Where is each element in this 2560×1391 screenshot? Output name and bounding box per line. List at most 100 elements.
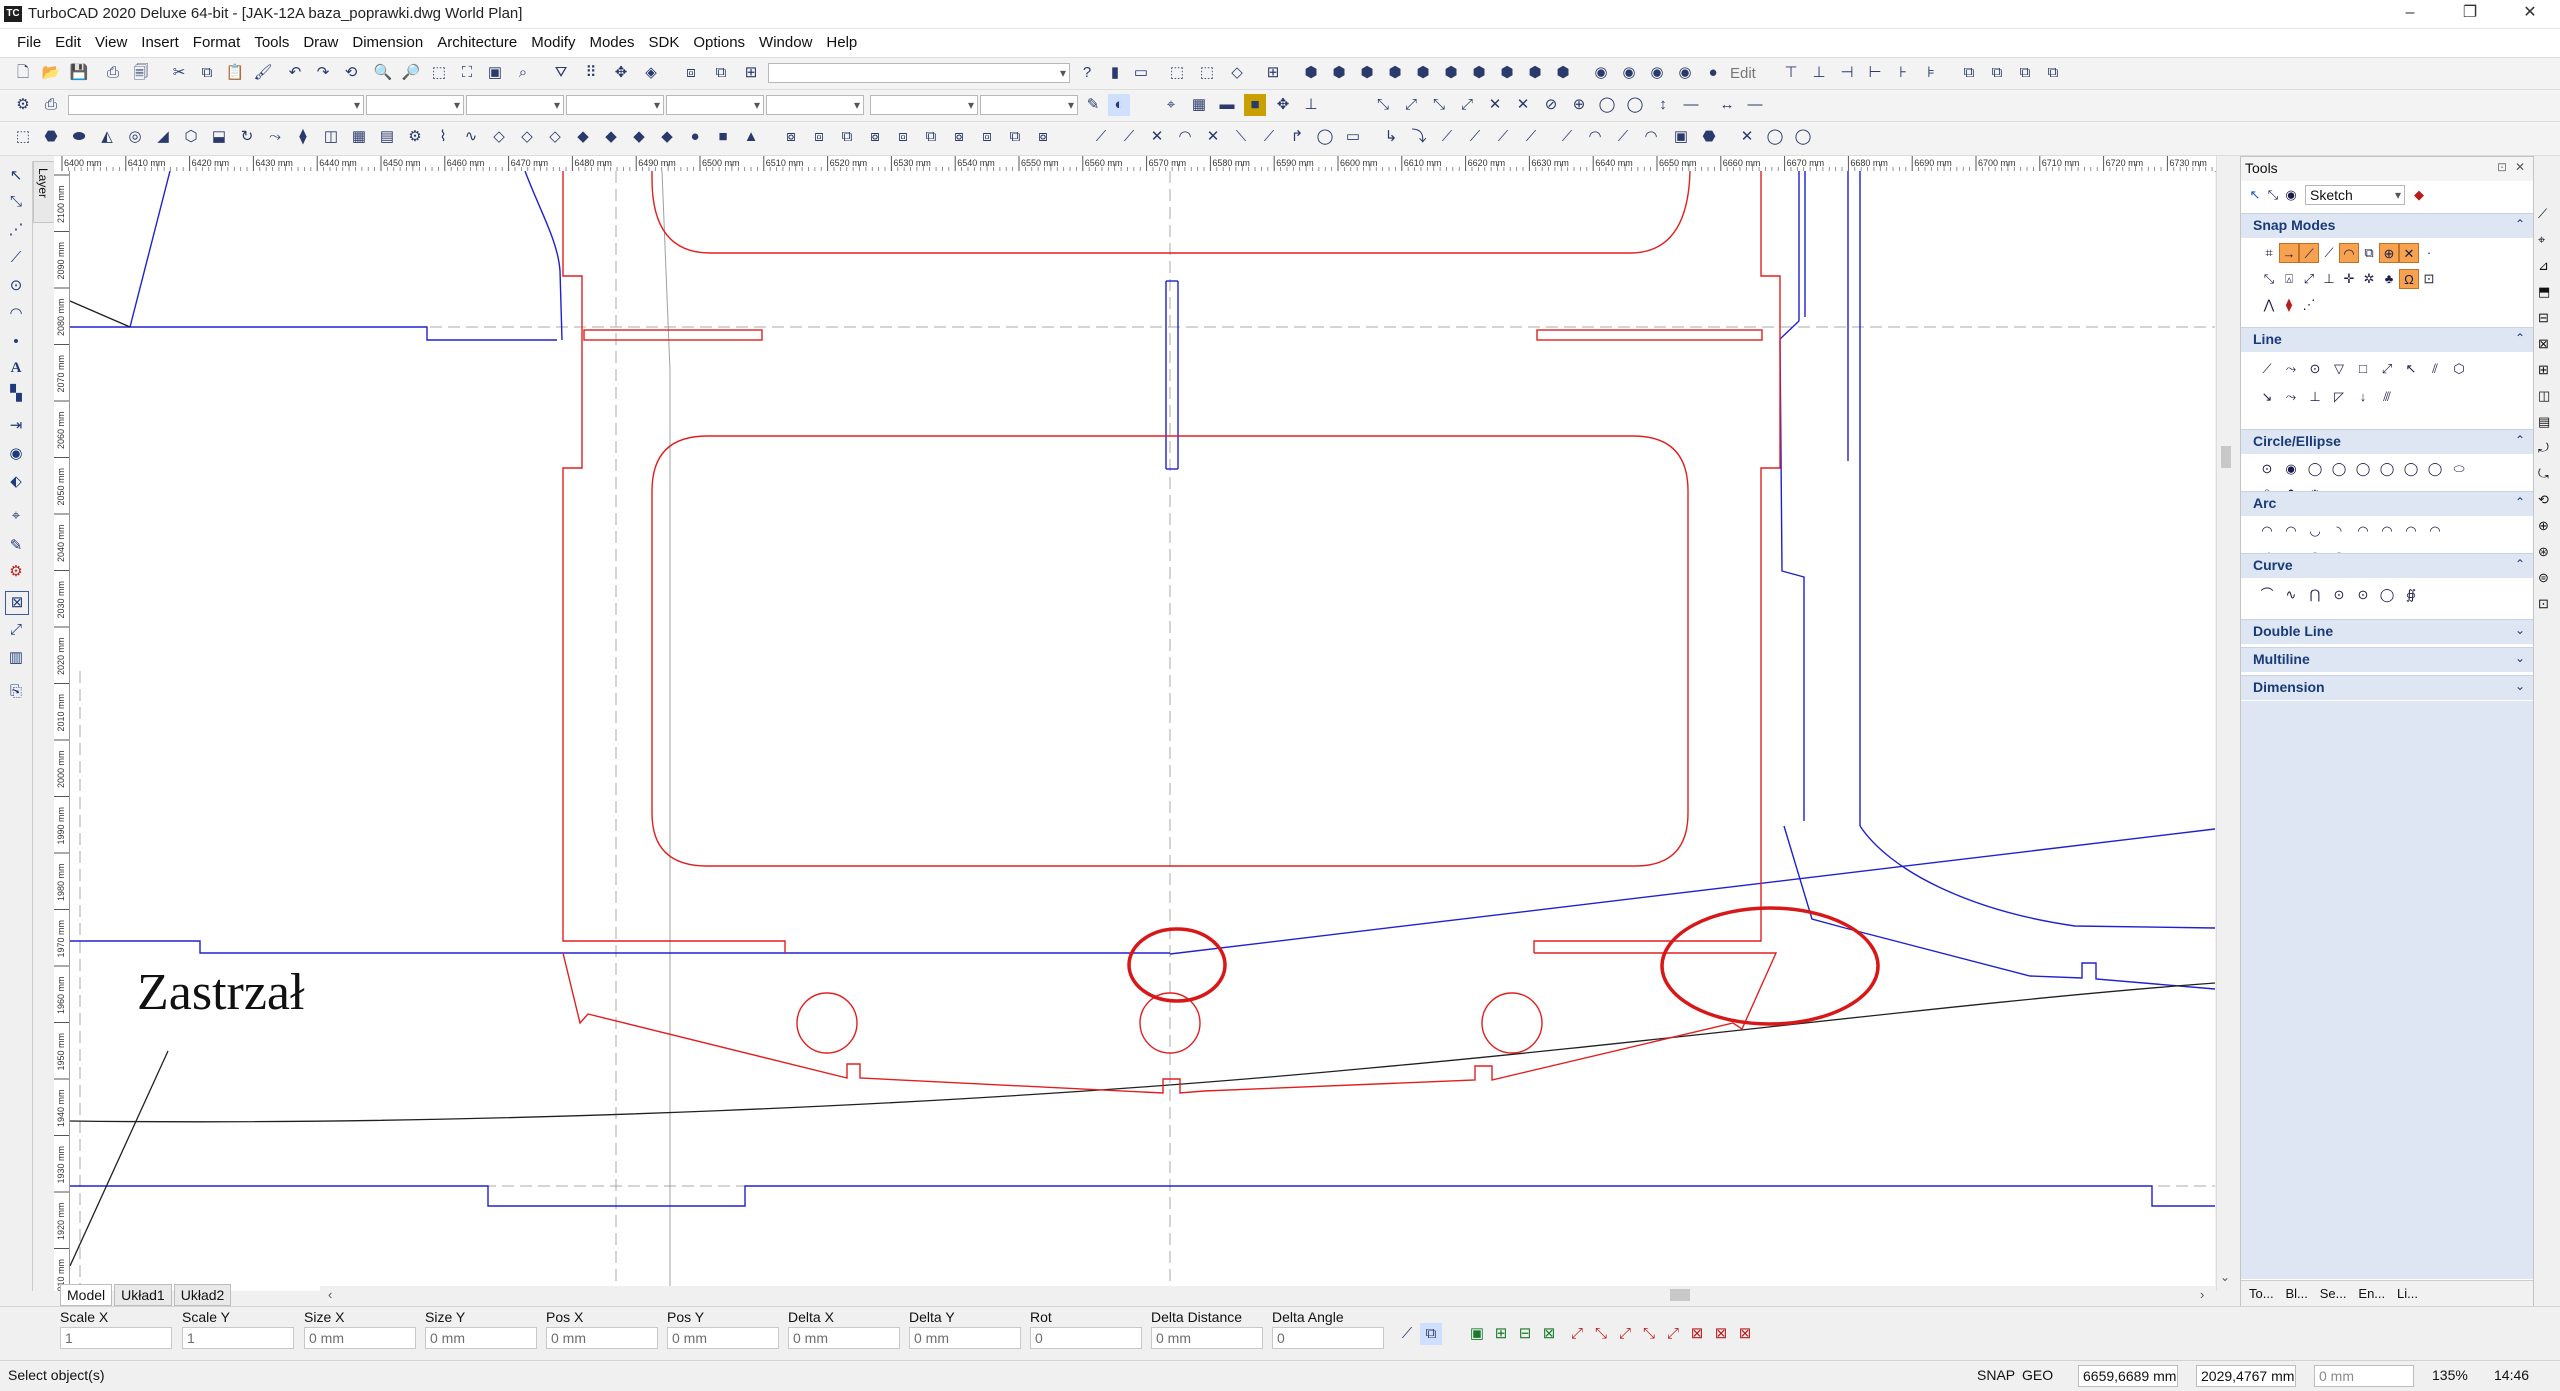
edit-line-20-icon[interactable]: ◠ (1640, 126, 1662, 148)
pencil-icon[interactable]: ✎ (1082, 94, 1104, 116)
snap-nearest-icon[interactable]: ⟋ (2299, 243, 2319, 263)
delta-y-input[interactable]: 0 mm (909, 1327, 1021, 1349)
font-size-combo[interactable] (980, 95, 1078, 115)
hatch-combo[interactable] (666, 95, 764, 115)
view-cube-10-icon[interactable]: ⬢ (1552, 62, 1574, 84)
grid-icon[interactable]: ⠿ (580, 62, 602, 84)
surface-tool-icon[interactable]: ⬖ (5, 471, 27, 493)
edit-line-15-icon[interactable]: ⟋ (1492, 126, 1514, 148)
zoom-extents-icon[interactable]: ⛶ (456, 62, 478, 84)
gear-icon[interactable]: ⚙ (404, 126, 426, 148)
insp-tool-13-icon[interactable]: ⊠ (1710, 1323, 1732, 1345)
palette-settings-icon[interactable]: ◆ (2409, 185, 2429, 205)
scroll-down-arrow-icon[interactable]: ⌄ (2220, 1270, 2230, 1284)
print-icon[interactable]: ⎙ (102, 62, 124, 84)
size-y-input[interactable]: 0 mm (425, 1327, 537, 1349)
copy-icon[interactable]: ⧉ (196, 62, 218, 84)
edit-line-4-icon[interactable]: ◠ (1174, 126, 1196, 148)
delta-distance-input[interactable]: 0 mm (1151, 1327, 1263, 1349)
snap-1-icon[interactable]: ⤡ (1372, 94, 1394, 116)
rt-tool-7-icon[interactable]: ⊞ (2538, 362, 2549, 378)
tab-library[interactable]: Li... (2397, 1281, 2418, 1307)
cursor-select-icon[interactable]: ↖ (2245, 185, 2265, 205)
move-icon[interactable]: ⬚ (1166, 62, 1188, 84)
section-circle-ellipse[interactable]: Circle/Ellipse ⌃ (2241, 429, 2533, 454)
insp-tool-10-icon[interactable]: ⤡ (1638, 1323, 1660, 1345)
snap-bar-icon[interactable]: ▬ (1216, 94, 1238, 116)
snap-line-icon[interactable]: ⋰ (2299, 295, 2319, 315)
section-curve[interactable]: Curve ⌃ (2241, 553, 2533, 578)
section-arc[interactable]: Arc ⌃ (2241, 491, 2533, 516)
rectangle-icon[interactable]: □ (2353, 359, 2373, 379)
snap-2-icon[interactable]: ⤢ (1400, 94, 1422, 116)
snap-parallel-icon[interactable]: ✛ (2339, 269, 2359, 289)
snap-grid-icon[interactable]: ▦ (1188, 94, 1210, 116)
measure-tool-icon[interactable]: ⤢ (5, 619, 27, 641)
zoom-tool-icon[interactable]: ⊠ (5, 591, 29, 615)
snap-12-icon[interactable]: — (1680, 94, 1702, 116)
camera-icon[interactable]: ▭ (1130, 62, 1152, 84)
help-pointer-icon[interactable]: ? (1076, 62, 1098, 84)
snap-6-icon[interactable]: ✕ (1512, 94, 1534, 116)
drawing-canvas[interactable]: Zastrzał (70, 171, 2215, 1291)
rt-tool-6-icon[interactable]: ⊠ (2538, 336, 2549, 352)
boolean-1-icon[interactable]: ⧇ (780, 126, 802, 148)
insp-tool-9-icon[interactable]: ⤢ (1614, 1323, 1636, 1345)
menu-window[interactable]: Window (752, 29, 819, 57)
edit-line-23-icon[interactable]: ◯ (1764, 126, 1786, 148)
brush-combo[interactable] (566, 95, 664, 115)
edit-line-21-icon[interactable]: ▣ (1670, 126, 1692, 148)
paste-icon[interactable]: 📋 (224, 62, 246, 84)
edit-line-22-icon[interactable]: ✕ (1736, 126, 1758, 148)
cone-icon[interactable]: ◭ (96, 126, 118, 148)
parallel-lines-icon[interactable]: ⫽ (2425, 359, 2445, 379)
edit-line-13-icon[interactable]: ⟋ (1436, 126, 1458, 148)
wedge-icon[interactable]: ◢ (152, 126, 174, 148)
pen-style-combo[interactable] (366, 95, 464, 115)
menu-modes[interactable]: Modes (582, 29, 641, 57)
scroll-right-arrow-icon[interactable]: › (2200, 1287, 2204, 1302)
view-cube-1-icon[interactable]: ⬢ (1300, 62, 1322, 84)
snap-3-icon[interactable]: ⤡ (1428, 94, 1450, 116)
align-4-icon[interactable]: ⊢ (1864, 62, 1886, 84)
bezier-icon[interactable]: ∿ (2281, 585, 2301, 605)
pen-tool-icon[interactable]: ✎ (5, 535, 27, 557)
menu-options[interactable]: Options (686, 29, 752, 57)
snap-5-icon[interactable]: ✕ (1484, 94, 1506, 116)
undo-icon[interactable]: ↶ (284, 62, 306, 84)
view-cube-6-icon[interactable]: ⬢ (1440, 62, 1462, 84)
menu-file[interactable]: File (10, 29, 48, 57)
menu-dimension[interactable]: Dimension (345, 29, 430, 57)
rt-tool-11-icon[interactable]: ⤿ (2538, 466, 2549, 482)
pin-icon[interactable]: ⊡ (2497, 160, 2507, 174)
circle-center-icon[interactable]: ⊙ (2257, 459, 2277, 479)
zoom-previous-icon[interactable]: ⌕ (512, 62, 534, 84)
hatch-icon[interactable]: ▤ (376, 126, 398, 148)
view-cube-3-icon[interactable]: ⬢ (1356, 62, 1378, 84)
snap-9-icon[interactable]: ◯ (1596, 94, 1618, 116)
view-cube-5-icon[interactable]: ⬢ (1412, 62, 1434, 84)
transform-tool-icon[interactable]: ⌖ (5, 505, 27, 527)
line-triangle-icon[interactable]: ▽ (2329, 359, 2349, 379)
rt-tool-2-icon[interactable]: ⌖ (2538, 232, 2545, 248)
zoom-window-icon[interactable]: ⬚ (428, 62, 450, 84)
arc-tan-4-icon[interactable]: ◠ (2425, 521, 2445, 541)
boolean-6-icon[interactable]: ⧉ (920, 126, 942, 148)
settings-gear-icon[interactable]: ⚙ (12, 94, 34, 116)
boolean-5-icon[interactable]: ⧈ (892, 126, 914, 148)
line-fill-icon[interactable]: ◸ (2329, 387, 2349, 407)
extrude-icon[interactable]: ⬓ (208, 126, 230, 148)
layer-visibility-icon[interactable]: ◐ (1108, 94, 1130, 116)
snap-vertex-icon[interactable]: → (2279, 243, 2299, 263)
snap-perp-icon[interactable]: ⊥ (2319, 269, 2339, 289)
menu-tools[interactable]: Tools (247, 29, 296, 57)
coord-y-field[interactable]: 2029,4767 mm (2196, 1365, 2296, 1387)
prism-icon[interactable]: ⬡ (180, 126, 202, 148)
coord-z-field[interactable]: 0 mm (2314, 1365, 2414, 1387)
geo-indicator[interactable]: GEO (2022, 1367, 2053, 1383)
edit-line-12-icon[interactable]: ⤵ (1408, 126, 1430, 148)
palette-close-icon[interactable]: ✕ (2515, 160, 2525, 174)
line-bend-icon[interactable]: ↘ (2257, 387, 2277, 407)
edit-line-24-icon[interactable]: ◯ (1792, 126, 1814, 148)
menu-insert[interactable]: Insert (134, 29, 186, 57)
